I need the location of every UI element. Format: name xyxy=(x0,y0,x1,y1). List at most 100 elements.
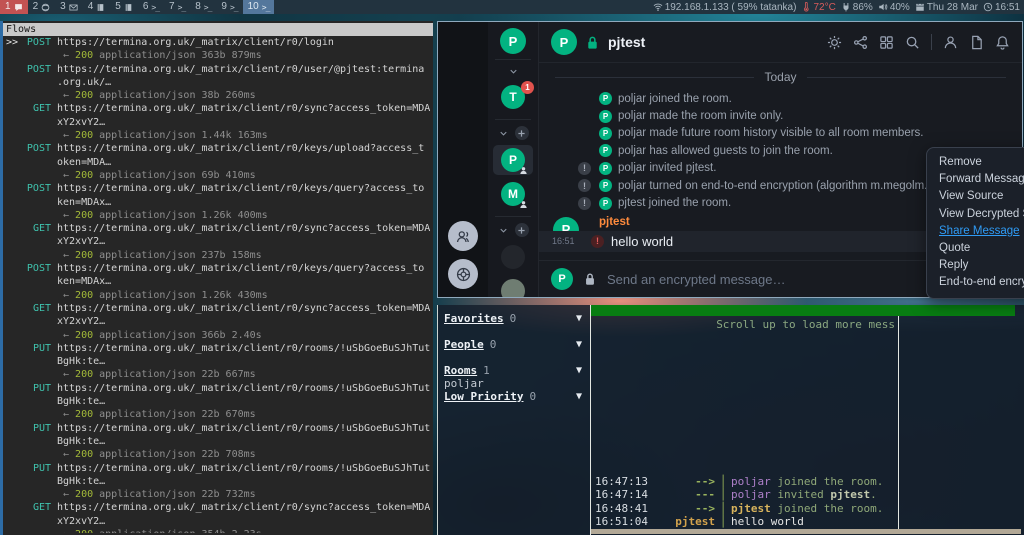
menu-item-remove[interactable]: Remove xyxy=(939,154,1024,171)
menu-item-view-decrypted-source[interactable]: View Decrypted Source xyxy=(939,206,1024,223)
add-room-button[interactable] xyxy=(515,126,529,140)
chat-icon xyxy=(14,3,23,12)
flow-row[interactable]: PUThttps://termina.org.uk/_matrix/client… xyxy=(3,462,433,502)
notifications-icon xyxy=(995,35,1010,50)
workspace-10[interactable]: 10>_ xyxy=(243,0,275,14)
workspace-7[interactable]: 7>_ xyxy=(164,0,190,14)
explore-button[interactable] xyxy=(448,259,478,289)
menu-item-share-message[interactable]: Share Message xyxy=(939,223,1024,240)
members-button[interactable] xyxy=(943,35,958,50)
gomuks-message-column: Scroll up to load more mess 16:47:13-->│… xyxy=(591,316,899,529)
flow-row[interactable]: PUThttps://termina.org.uk/_matrix/client… xyxy=(3,422,433,462)
flow-row[interactable]: POSThttps://termina.org.uk/_matrix/clien… xyxy=(3,142,433,182)
room-avatar[interactable]: T1 xyxy=(493,82,533,112)
collapse-arrow-icon[interactable]: ▼ xyxy=(576,312,582,325)
settings-button[interactable] xyxy=(827,35,842,50)
workspace-4[interactable]: 4 xyxy=(83,0,111,14)
event-avatar: P xyxy=(599,127,612,140)
menu-item-view-source[interactable]: View Source xyxy=(939,188,1024,205)
composer-lock-icon xyxy=(583,272,597,286)
log-row: 16:48:41-->│pjtest joined the room. xyxy=(591,502,898,515)
status-area: 192.168.1.133 ( 59% tatanka)72°C86%40%Th… xyxy=(653,2,1024,13)
message-context-menu: RemoveForward MessageView SourceView Dec… xyxy=(926,147,1024,299)
apps-button[interactable] xyxy=(879,35,894,50)
files-button[interactable] xyxy=(969,35,984,50)
flow-row[interactable]: POSThttps://termina.org.uk/_matrix/clien… xyxy=(3,63,433,103)
people-button[interactable] xyxy=(448,221,478,251)
menu-item-reply[interactable]: Reply xyxy=(939,257,1024,274)
flow-row[interactable]: GEThttps://termina.org.uk/_matrix/client… xyxy=(3,501,433,533)
timeline-event: Ppoljar joined the room. xyxy=(539,90,1022,107)
gomuks-title-bar xyxy=(591,305,1015,316)
event-shield-icon: ! xyxy=(578,197,591,210)
workspace-1[interactable]: 1 xyxy=(0,0,28,14)
flow-row[interactable]: >>POSThttps://termina.org.uk/_matrix/cli… xyxy=(3,36,433,63)
workspace-9[interactable]: 9>_ xyxy=(216,0,242,14)
room-section-low-priority[interactable]: Low Priority0▼ xyxy=(444,390,584,416)
flow-row[interactable]: GEThttps://termina.org.uk/_matrix/client… xyxy=(3,222,433,262)
flow-list[interactable]: >>POSThttps://termina.org.uk/_matrix/cli… xyxy=(3,36,433,533)
room-avatar[interactable] xyxy=(493,276,533,297)
chevron-down-icon xyxy=(498,225,509,236)
book-icon xyxy=(96,3,105,12)
people-icon xyxy=(455,228,472,245)
calendar-icon xyxy=(915,2,925,12)
message-input[interactable]: Send an encrypted message… xyxy=(607,272,980,287)
plus-icon xyxy=(516,128,527,139)
collapse-arrow-icon[interactable]: ▼ xyxy=(576,338,582,351)
room-header-actions xyxy=(827,34,1010,50)
room-list-item[interactable]: poljar xyxy=(444,377,584,390)
gomuks-input-bar[interactable] xyxy=(591,529,1021,534)
event-avatar: P xyxy=(599,179,612,192)
flow-row[interactable]: POSThttps://termina.org.uk/_matrix/clien… xyxy=(3,182,433,222)
room-avatar[interactable]: P xyxy=(493,145,533,175)
room-header: P pjtest xyxy=(539,22,1022,63)
plus-icon xyxy=(516,225,527,236)
browser-icon xyxy=(41,3,50,12)
add-room-button[interactable] xyxy=(515,223,529,237)
chevron-down-icon xyxy=(508,66,519,77)
terminal-icon: >_ xyxy=(151,3,159,12)
terminal-icon: >_ xyxy=(230,3,238,12)
flows-header: Flows xyxy=(3,23,433,36)
collapse-arrow-icon[interactable]: ▼ xyxy=(576,390,582,403)
event-avatar: P xyxy=(599,110,612,123)
chevron-down-icon xyxy=(498,128,509,139)
flow-row[interactable]: GEThttps://termina.org.uk/_matrix/client… xyxy=(3,302,433,342)
warning-shield-icon: ! xyxy=(591,235,604,248)
room-avatar[interactable]: P xyxy=(551,29,577,55)
thermometer-icon xyxy=(801,2,811,12)
flow-row[interactable]: PUThttps://termina.org.uk/_matrix/client… xyxy=(3,382,433,422)
workspace-6[interactable]: 6>_ xyxy=(138,0,164,14)
room-sections: T1 PM xyxy=(488,65,538,297)
menu-item-end-to-end-encryption-information[interactable]: End-to-end encryption information xyxy=(939,274,1024,291)
workspace-3[interactable]: 3 xyxy=(55,0,83,14)
event-avatar: P xyxy=(599,197,612,210)
event-avatar: P xyxy=(599,162,612,175)
menu-item-quote[interactable]: Quote xyxy=(939,240,1024,257)
workspace-2[interactable]: 2 xyxy=(28,0,56,14)
workspace-8[interactable]: 8>_ xyxy=(190,0,216,14)
room-section-favorites[interactable]: Favorites0▼ xyxy=(444,312,584,338)
search-icon xyxy=(905,35,920,50)
status-clock: 16:51 xyxy=(983,2,1020,13)
menu-item-forward-message[interactable]: Forward Message xyxy=(939,171,1024,188)
event-shield-icon: ! xyxy=(578,179,591,192)
search-button[interactable] xyxy=(905,35,920,50)
workspace-5[interactable]: 5 xyxy=(110,0,138,14)
collapse-arrow-icon[interactable]: ▼ xyxy=(576,364,582,377)
room-avatar[interactable] xyxy=(493,242,533,272)
flow-row[interactable]: POSThttps://termina.org.uk/_matrix/clien… xyxy=(3,262,433,302)
gomuks-room-list: Favorites0▼People0▼Rooms1▼poljarLow Prio… xyxy=(438,305,590,535)
room-section-people[interactable]: People0▼ xyxy=(444,338,584,364)
status-wifi: 192.168.1.133 ( 59% tatanka) xyxy=(653,2,797,13)
flow-row[interactable]: GEThttps://termina.org.uk/_matrix/client… xyxy=(3,102,433,142)
user-avatar[interactable]: P xyxy=(500,28,526,54)
room-section-rooms[interactable]: Rooms1▼poljar xyxy=(444,364,584,390)
share-button[interactable] xyxy=(853,35,868,50)
timeline-event: Ppoljar made future room history visible… xyxy=(539,125,1022,142)
notifications-button[interactable] xyxy=(995,35,1010,50)
flow-row[interactable]: PUThttps://termina.org.uk/_matrix/client… xyxy=(3,342,433,382)
room-avatar[interactable]: M xyxy=(493,179,533,209)
section-header xyxy=(498,223,529,237)
